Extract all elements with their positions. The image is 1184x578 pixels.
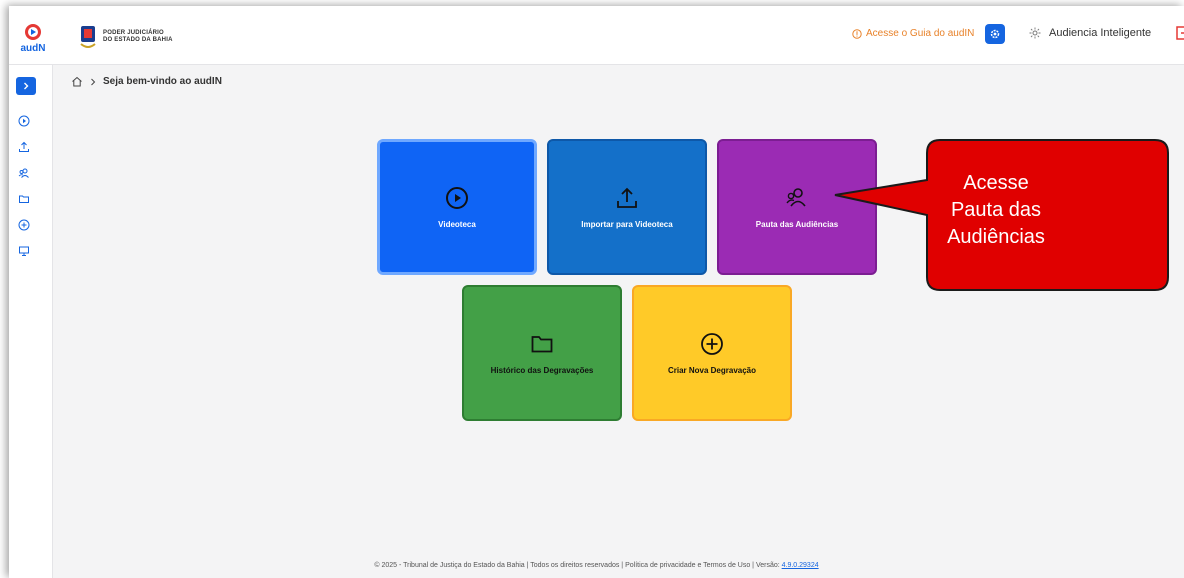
tile-label: Criar Nova Degravação — [667, 365, 757, 375]
plus-circle-icon — [18, 219, 30, 231]
sidebar-item-historico[interactable] — [16, 191, 32, 207]
audin-logo[interactable]: audN — [19, 22, 47, 56]
logout-icon[interactable] — [1175, 25, 1184, 41]
guide-link[interactable]: Acesse o Guia do audIN — [852, 28, 974, 39]
user-name: Audiencia Inteligente — [1049, 27, 1152, 39]
callout-line-3: Audiências — [947, 226, 1045, 248]
tile-videoteca[interactable]: Videoteca — [377, 139, 537, 275]
sidebar-expand-button[interactable] — [16, 77, 36, 95]
tile-criar-degravacao[interactable]: Criar Nova Degravação — [632, 285, 792, 421]
tile-label: Histórico das Degravações — [490, 365, 594, 375]
people-icon — [786, 187, 806, 207]
sidebar-item-videoteca[interactable] — [16, 113, 32, 129]
breadcrumb: Seja bem-vindo ao audIN — [71, 76, 222, 87]
folder-icon — [19, 195, 29, 203]
play-circle-icon — [18, 115, 30, 127]
breadcrumb-current: Seja bem-vindo ao audIN — [103, 76, 222, 87]
sidebar — [9, 65, 53, 578]
upload-icon — [617, 187, 637, 208]
bahia-crest-icon — [80, 26, 96, 48]
tile-importar-videoteca[interactable]: Importar para Videoteca — [547, 139, 707, 275]
tile-historico-degravacoes[interactable]: Histórico das Degravações — [462, 285, 622, 421]
folder-icon — [531, 335, 553, 352]
sun-icon — [1029, 27, 1041, 39]
sidebar-item-criar[interactable] — [16, 217, 32, 233]
plus-circle-icon — [701, 332, 723, 355]
user-menu[interactable]: Audiencia Inteligente — [1029, 27, 1151, 39]
people-icon — [18, 168, 29, 178]
callout-text: Acesse Pauta das Audiências — [918, 170, 1074, 251]
tile-label: Importar para Videoteca — [581, 219, 673, 229]
tjba-brand: PODER JUDICIÁRIO DO ESTADO DA BAHIA — [79, 23, 173, 51]
sidebar-item-monitor[interactable] — [16, 243, 32, 259]
footer: © 2025 - Tribunal de Justiça do Estado d… — [9, 562, 1184, 569]
guide-link-label: Acesse o Guia do audIN — [866, 28, 975, 39]
brand-line-1: PODER JUDICIÁRIO — [103, 30, 164, 36]
monitor-icon — [19, 246, 29, 256]
callout-line-2: Pauta das — [950, 199, 1042, 221]
settings-button[interactable] — [985, 24, 1005, 44]
play-circle-icon — [446, 186, 468, 209]
sidebar-item-pauta[interactable] — [16, 165, 32, 181]
callout-line-1: Acesse — [963, 172, 1029, 194]
tile-label: Pauta das Audiências — [755, 219, 839, 229]
info-icon — [852, 28, 862, 39]
svg-text:audN: audN — [21, 43, 46, 54]
sidebar-item-importar[interactable] — [16, 139, 32, 155]
footer-text: © 2025 - Tribunal de Justiça do Estado d… — [374, 562, 782, 569]
home-icon[interactable] — [71, 76, 83, 87]
chevron-right-icon — [24, 82, 29, 90]
upload-icon — [19, 141, 29, 152]
chevron-right-icon — [91, 78, 96, 85]
tile-label: Videoteca — [438, 219, 476, 229]
gear-icon — [990, 29, 1000, 39]
top-header: audN PODER JUDICIÁRIO DO ESTADO DA BAHIA… — [9, 6, 1184, 65]
brand-line-2: DO ESTADO DA BAHIA — [103, 37, 173, 43]
version-link[interactable]: 4.9.0.29324 — [782, 562, 819, 569]
